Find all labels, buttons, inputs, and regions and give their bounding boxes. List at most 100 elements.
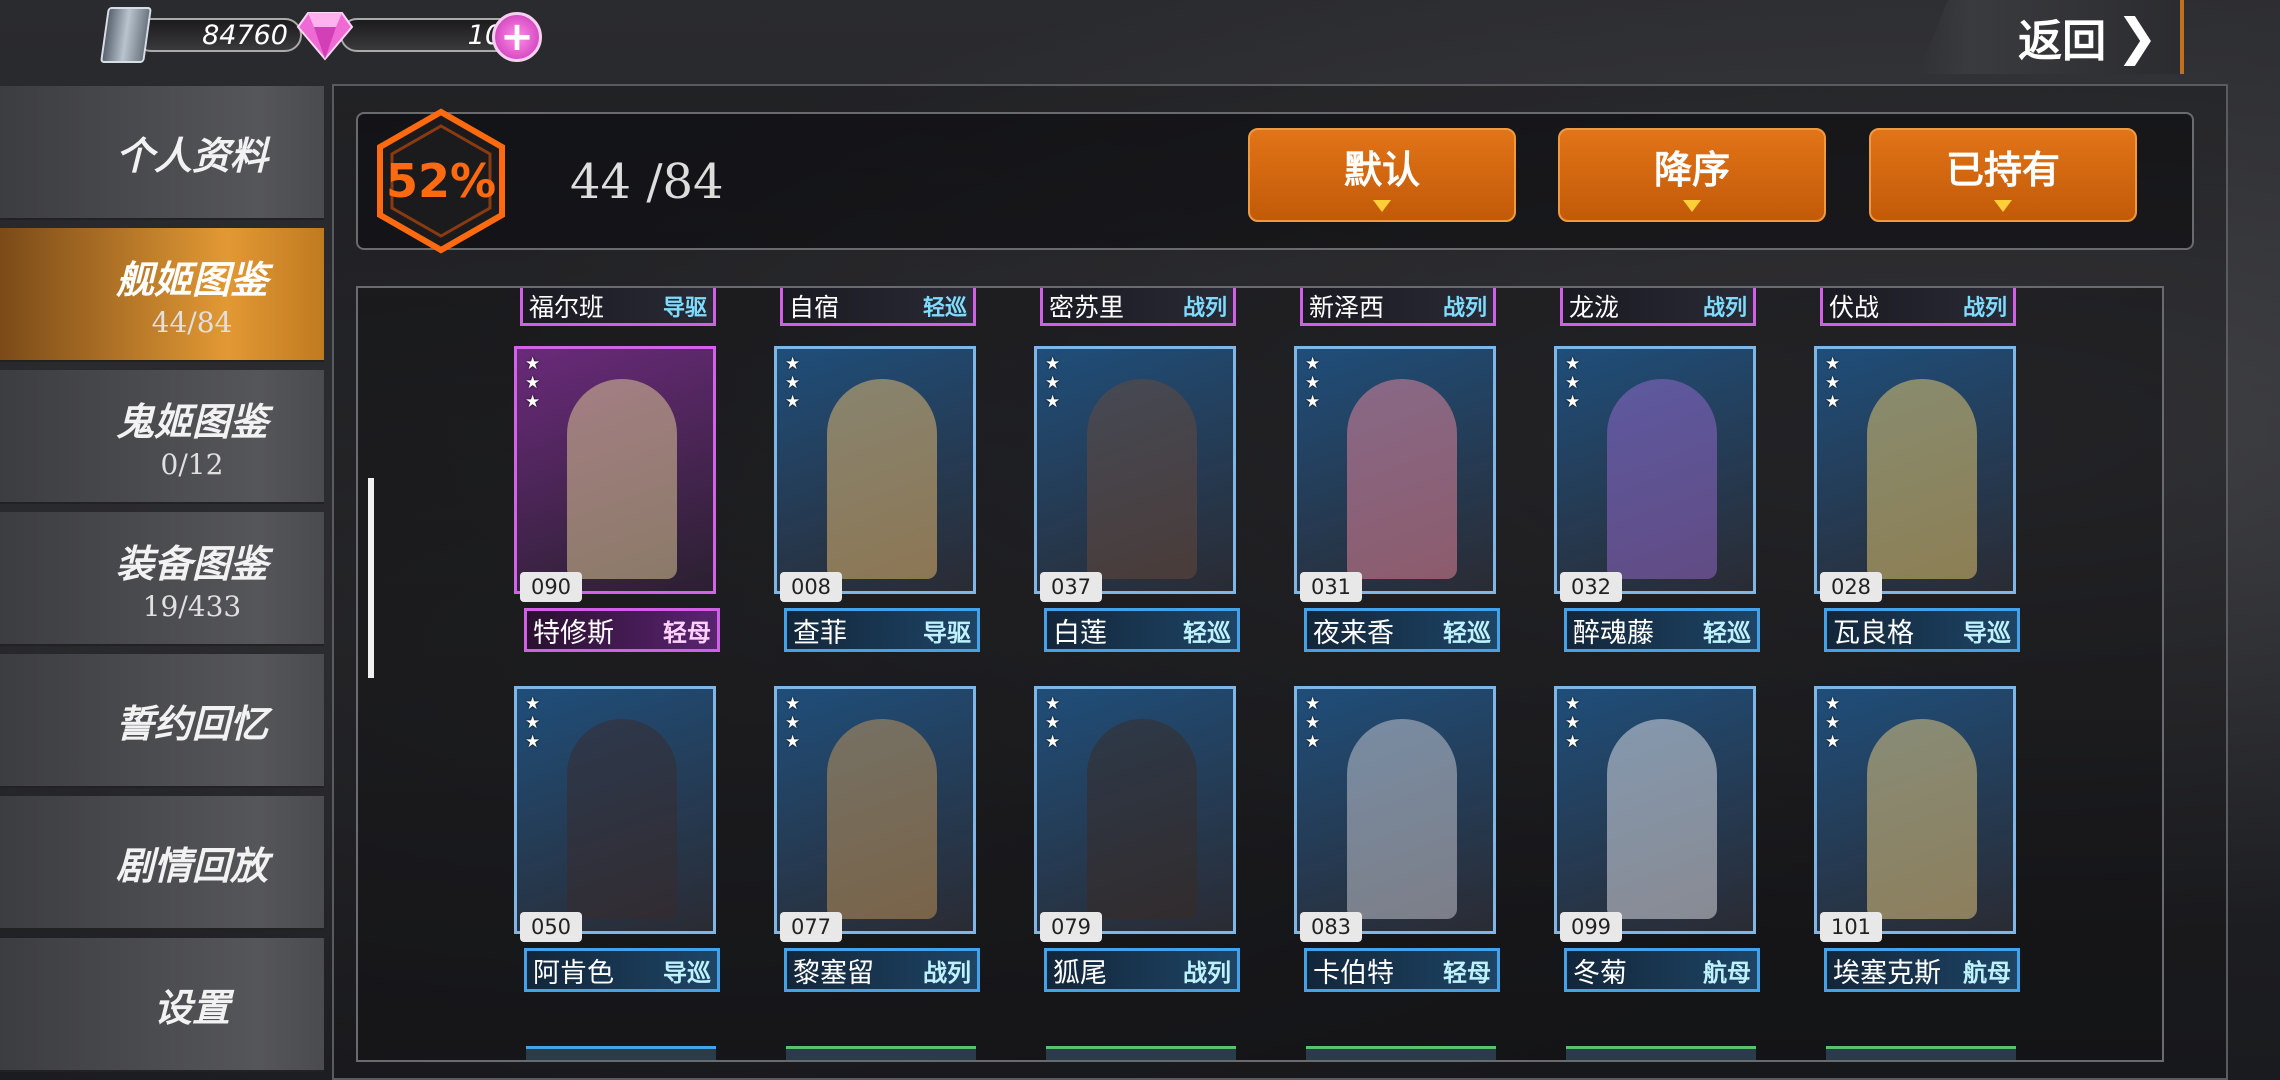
ship-card-partial[interactable]: 龙泷 战列 [1560, 288, 1756, 326]
ship-portrait: ★ ★ ★ [1814, 686, 2016, 934]
ship-portrait: ★ ★ ★ [514, 346, 716, 594]
ship-card[interactable]: ★ ★ ★ 031 夜来香 轻巡 [1290, 346, 1500, 656]
ship-portrait: ★ ★ ★ [1294, 346, 1496, 594]
back-button[interactable]: 返回 ❯ [1918, 0, 2184, 74]
ship-number: 077 [780, 912, 842, 942]
ship-type: 战列 [1962, 295, 2007, 321]
tab-profile[interactable]: 个人资料 [0, 86, 324, 220]
scrollbar[interactable] [368, 478, 374, 678]
tab-count: 44/84 [151, 306, 233, 339]
star-rating-icon: ★ ★ ★ [525, 354, 541, 412]
filter-owned-button[interactable]: 已持有 [1869, 128, 2137, 222]
ship-type: 战列 [923, 958, 971, 987]
ship-type: 轻巡 [922, 295, 967, 321]
back-label: 返回 [2018, 16, 2107, 67]
star-rating-icon: ★ ★ ★ [1825, 694, 1841, 752]
ship-name: 查菲 [793, 617, 847, 649]
ship-card-partial[interactable] [1566, 1046, 1756, 1060]
ship-card[interactable]: ★ ★ ★ 079 狐尾 战列 [1030, 686, 1240, 996]
sort-label: 降序 [1653, 146, 1730, 192]
ship-card-partial[interactable]: 自宿 轻巡 [780, 288, 976, 326]
tab-label: 舰姬图鉴 [115, 257, 268, 302]
tab-equipment-gallery[interactable]: 装备图鉴 19/433 [0, 512, 324, 646]
ship-number: 099 [1560, 912, 1622, 942]
sort-order-button[interactable]: 降序 [1558, 128, 1826, 222]
card-resource: 84760 [100, 7, 302, 63]
ship-number: 083 [1300, 912, 1362, 942]
sort-default-button[interactable]: 默认 [1248, 128, 1516, 222]
ship-card[interactable]: ★ ★ ★ 050 阿肯色 导巡 [510, 686, 720, 996]
star-rating-icon: ★ ★ ★ [785, 354, 801, 412]
card-icon [100, 7, 152, 63]
ship-info-bar: 特修斯 轻母 [524, 608, 720, 652]
star-rating-icon: ★ ★ ★ [1825, 354, 1841, 412]
ship-card[interactable]: ★ ★ ★ 099 冬菊 航母 [1550, 686, 1760, 996]
ship-info-bar: 阿肯色 导巡 [524, 948, 720, 992]
ship-type: 航母 [1703, 958, 1751, 987]
ship-card-partial[interactable]: 密苏里 战列 [1040, 288, 1236, 326]
ship-card-partial[interactable] [1306, 1046, 1496, 1060]
ship-info-bar: 查菲 导驱 [784, 608, 980, 652]
ship-info-bar: 卡伯特 轻母 [1304, 948, 1500, 992]
ship-artwork [1867, 379, 1977, 579]
ship-type: 轻巡 [1703, 618, 1751, 647]
ship-name: 龙泷 [1569, 292, 1620, 322]
ship-number: 032 [1560, 572, 1622, 602]
ship-card-partial[interactable]: 福尔班 导驱 [520, 288, 716, 326]
ship-type: 导驱 [662, 295, 707, 321]
ship-artwork [1347, 379, 1457, 579]
ship-type: 轻巡 [1183, 618, 1231, 647]
tab-count: 0/12 [160, 448, 224, 481]
ship-artwork [567, 719, 677, 919]
main-panel: 52% 44 /84 默认 降序 已持有 福尔班 导驱 自宿 轻巡 密苏里 战列… [332, 84, 2228, 1080]
tab-ghost-gallery[interactable]: 鬼姬图鉴 0/12 [0, 370, 324, 504]
ship-name: 狐尾 [1053, 957, 1107, 989]
ship-card[interactable]: ★ ★ ★ 101 埃塞克斯 航母 [1810, 686, 2020, 996]
add-gem-button[interactable]: + [492, 12, 542, 62]
ship-card-partial[interactable] [1046, 1046, 1236, 1060]
ship-card-partial[interactable]: 伏战 战列 [1820, 288, 2016, 326]
ship-name: 伏战 [1829, 292, 1880, 322]
ship-card-partial[interactable] [526, 1046, 716, 1060]
tab-label: 个人资料 [115, 132, 268, 178]
ship-number: 037 [1040, 572, 1102, 602]
tab-label: 设置 [153, 984, 230, 1030]
chevron-right-icon: ❯ [2116, 8, 2158, 66]
ship-card[interactable]: ★ ★ ★ 090 特修斯 轻母 [510, 346, 720, 656]
ship-card[interactable]: ★ ★ ★ 008 查菲 导驱 [770, 346, 980, 656]
collection-count: 44 /84 [570, 154, 724, 210]
tab-oath-memory[interactable]: 誓约回忆 [0, 654, 324, 788]
ship-card[interactable]: ★ ★ ★ 083 卡伯特 轻母 [1290, 686, 1500, 996]
progress-percent: 52% [385, 154, 497, 208]
ship-card-partial[interactable] [1826, 1046, 2016, 1060]
ship-portrait: ★ ★ ★ [774, 686, 976, 934]
ship-info-bar: 瓦良格 导巡 [1824, 608, 2020, 652]
tab-label: 装备图鉴 [115, 541, 268, 586]
dropdown-arrow-icon [1373, 199, 1391, 212]
card-count: 84760 [134, 18, 302, 52]
ship-number: 079 [1040, 912, 1102, 942]
ship-name: 阿肯色 [533, 957, 614, 989]
ship-card-partial[interactable]: 新泽西 战列 [1300, 288, 1496, 326]
ship-card[interactable]: ★ ★ ★ 032 醉魂藤 轻巡 [1550, 346, 1760, 656]
tab-label: 誓约回忆 [115, 700, 268, 746]
ship-info-bar: 醉魂藤 轻巡 [1564, 608, 1760, 652]
ship-number: 050 [520, 912, 582, 942]
ship-card[interactable]: ★ ★ ★ 077 黎塞留 战列 [770, 686, 980, 996]
ship-name: 黎塞留 [793, 957, 874, 989]
ship-portrait: ★ ★ ★ [1034, 686, 1236, 934]
tab-settings[interactable]: 设置 [0, 938, 324, 1072]
tab-ship-gallery[interactable]: 舰姬图鉴 44/84 [0, 228, 324, 362]
ship-info-bar: 狐尾 战列 [1044, 948, 1240, 992]
ship-name: 白莲 [1053, 617, 1107, 649]
ship-name: 醉魂藤 [1573, 617, 1654, 649]
star-rating-icon: ★ ★ ★ [1305, 694, 1321, 752]
ship-card[interactable]: ★ ★ ★ 037 白莲 轻巡 [1030, 346, 1240, 656]
ship-card-partial[interactable] [786, 1046, 976, 1060]
ship-name: 特修斯 [533, 617, 614, 649]
ship-card[interactable]: ★ ★ ★ 028 瓦良格 导巡 [1810, 346, 2020, 656]
ship-artwork [827, 719, 937, 919]
tab-story-replay[interactable]: 剧情回放 [0, 796, 324, 930]
ship-artwork [1347, 719, 1457, 919]
ship-type: 战列 [1182, 295, 1227, 321]
